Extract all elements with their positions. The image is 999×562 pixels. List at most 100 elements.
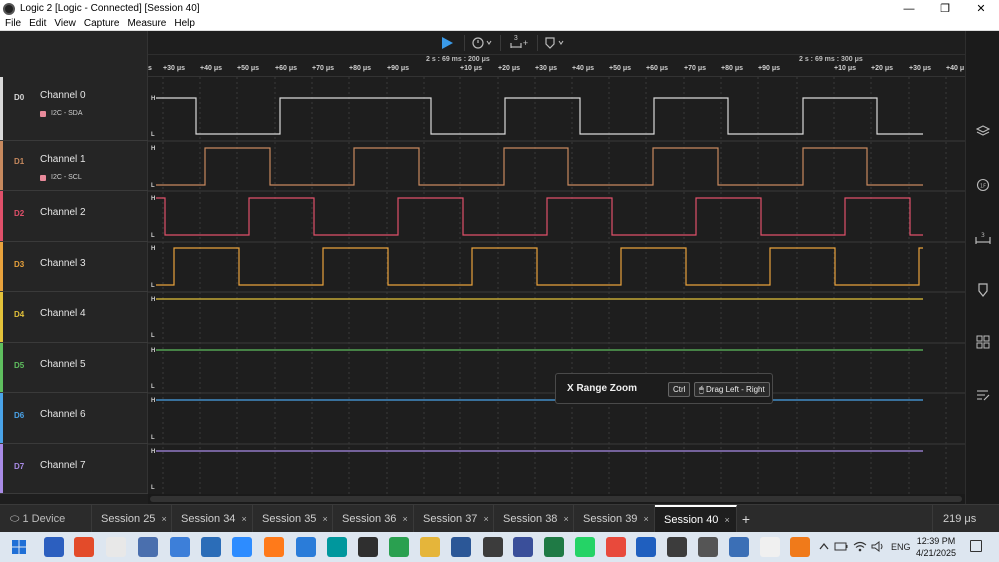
battery-icon[interactable] <box>834 542 848 551</box>
channel-name[interactable]: Channel 6 <box>40 409 86 420</box>
close-button[interactable]: ✕ <box>963 0 999 17</box>
bug-icon[interactable] <box>138 537 158 557</box>
channel-header-panel <box>0 31 148 77</box>
session-tab-label: Session 39 <box>583 513 638 525</box>
terminal-icon[interactable] <box>201 537 221 557</box>
horizontal-scrollbar[interactable] <box>148 494 965 504</box>
level-low-label: L <box>151 485 155 491</box>
menu-help[interactable]: Help <box>174 18 195 29</box>
session-tab[interactable]: Session 35 × <box>253 505 333 533</box>
figma-icon[interactable] <box>74 537 94 557</box>
channel-row[interactable]: D3 Channel 3 <box>0 242 148 292</box>
channel-row[interactable]: D4 Channel 4 <box>0 292 148 343</box>
notification-icon[interactable] <box>970 540 982 552</box>
analyzers-icon[interactable] <box>975 124 991 140</box>
add-session-button[interactable]: + <box>737 505 755 533</box>
waveform-canvas[interactable]: H L H L H L H L H L H L H L H L <box>148 77 965 494</box>
channel-row[interactable]: D0 Channel 0 I2C - SDA <box>0 77 148 141</box>
language-indicator[interactable]: ENG <box>891 542 911 552</box>
word-icon[interactable] <box>451 537 471 557</box>
session-tab[interactable]: Session 38 × <box>494 505 574 533</box>
session-tab[interactable]: Session 39 × <box>574 505 655 533</box>
channel-row[interactable]: D7 Channel 7 <box>0 444 148 494</box>
close-tab-icon[interactable]: × <box>724 515 729 525</box>
ide-icon[interactable] <box>636 537 656 557</box>
minimize-button[interactable]: — <box>891 0 927 17</box>
trigger-icon <box>472 37 492 49</box>
notes-icon[interactable] <box>975 387 991 403</box>
time-span-display[interactable]: 219 μs <box>932 505 999 533</box>
menu-view[interactable]: View <box>54 18 76 29</box>
edge-icon[interactable] <box>389 537 409 557</box>
store-icon[interactable] <box>170 537 190 557</box>
time-ruler[interactable]: 2 s : 69 ms : 200 μs 2 s : 69 ms : 300 μ… <box>148 55 965 77</box>
channel-color-bar <box>0 191 3 241</box>
add-marker-button[interactable] <box>542 34 568 52</box>
notepad-icon[interactable] <box>106 537 126 557</box>
maximize-button[interactable]: ❐ <box>927 0 963 17</box>
menu-capture[interactable]: Capture <box>84 18 120 29</box>
volume-icon[interactable] <box>871 541 885 552</box>
channel-row[interactable]: D5 Channel 5 <box>0 343 148 393</box>
channel-name[interactable]: Channel 7 <box>40 460 86 471</box>
measurements-icon[interactable]: 3 <box>975 230 991 246</box>
close-tab-icon[interactable]: × <box>563 514 568 524</box>
session-tab[interactable]: Session 36 × <box>333 505 414 533</box>
channel-name[interactable]: Channel 2 <box>40 207 86 218</box>
session-tab[interactable]: Session 37 × <box>414 505 494 533</box>
add-measurement-button[interactable]: 3 + <box>505 34 533 52</box>
folder-icon[interactable] <box>420 537 440 557</box>
close-tab-icon[interactable]: × <box>241 514 246 524</box>
channel-name[interactable]: Channel 3 <box>40 258 86 269</box>
chevron-up-icon[interactable] <box>819 542 829 550</box>
session-tab[interactable]: Session 25 × <box>92 505 172 533</box>
markers-icon[interactable] <box>975 282 991 298</box>
extensions-icon[interactable]: 1F <box>975 177 991 193</box>
analyzer-label[interactable]: I2C - SCL <box>40 174 82 181</box>
clock[interactable]: 12:39 PM 4/21/2025 <box>910 535 962 559</box>
trigger-button[interactable] <box>470 34 496 52</box>
close-tab-icon[interactable]: × <box>483 514 488 524</box>
channel-name[interactable]: Channel 1 <box>40 154 86 165</box>
media-icon[interactable] <box>513 537 533 557</box>
whatsapp-icon[interactable] <box>575 537 595 557</box>
session-tab[interactable]: Session 40 × <box>655 505 737 533</box>
analyzer-label[interactable]: I2C - SDA <box>40 110 83 117</box>
layout-icon[interactable] <box>975 334 991 350</box>
firefox-icon[interactable] <box>264 537 284 557</box>
wifi-icon[interactable] <box>853 541 867 552</box>
scrollbar-thumb[interactable] <box>150 496 962 502</box>
close-tab-icon[interactable]: × <box>402 514 407 524</box>
start-capture-button[interactable] <box>436 34 458 52</box>
menu-measure[interactable]: Measure <box>127 18 166 29</box>
channel-name[interactable]: Channel 4 <box>40 308 86 319</box>
channel-row[interactable]: D6 Channel 6 <box>0 393 148 444</box>
books-icon[interactable] <box>698 537 718 557</box>
arduino-icon[interactable] <box>327 537 347 557</box>
calculator-icon[interactable] <box>729 537 749 557</box>
close-tab-icon[interactable]: × <box>322 514 327 524</box>
channel-row[interactable]: D2 Channel 2 <box>0 191 148 242</box>
device-selector[interactable]: ⬭ 1 Device <box>0 505 92 533</box>
excel-icon[interactable] <box>544 537 564 557</box>
logic-icon[interactable] <box>483 537 503 557</box>
document-icon[interactable] <box>760 537 780 557</box>
notion-icon[interactable] <box>44 537 64 557</box>
channel-name[interactable]: Channel 5 <box>40 359 86 370</box>
start-icon[interactable] <box>9 537 29 557</box>
waveform-view[interactable]: H L H L H L H L H L H L H L H L <box>148 77 965 494</box>
vlc-icon[interactable] <box>790 537 810 557</box>
time-tick-label: +40 μ <box>946 65 965 72</box>
close-tab-icon[interactable]: × <box>161 514 166 524</box>
shield-icon[interactable] <box>358 537 378 557</box>
zoom-icon[interactable] <box>232 537 252 557</box>
chrome-icon[interactable] <box>606 537 626 557</box>
menu-edit[interactable]: Edit <box>29 18 46 29</box>
obs-icon[interactable] <box>667 537 687 557</box>
channel-name[interactable]: Channel 0 <box>40 90 86 101</box>
close-tab-icon[interactable]: × <box>643 514 648 524</box>
session-tab[interactable]: Session 34 × <box>172 505 253 533</box>
menu-file[interactable]: File <box>5 18 21 29</box>
vscode-icon[interactable] <box>296 537 316 557</box>
channel-row[interactable]: D1 Channel 1 I2C - SCL <box>0 141 148 191</box>
